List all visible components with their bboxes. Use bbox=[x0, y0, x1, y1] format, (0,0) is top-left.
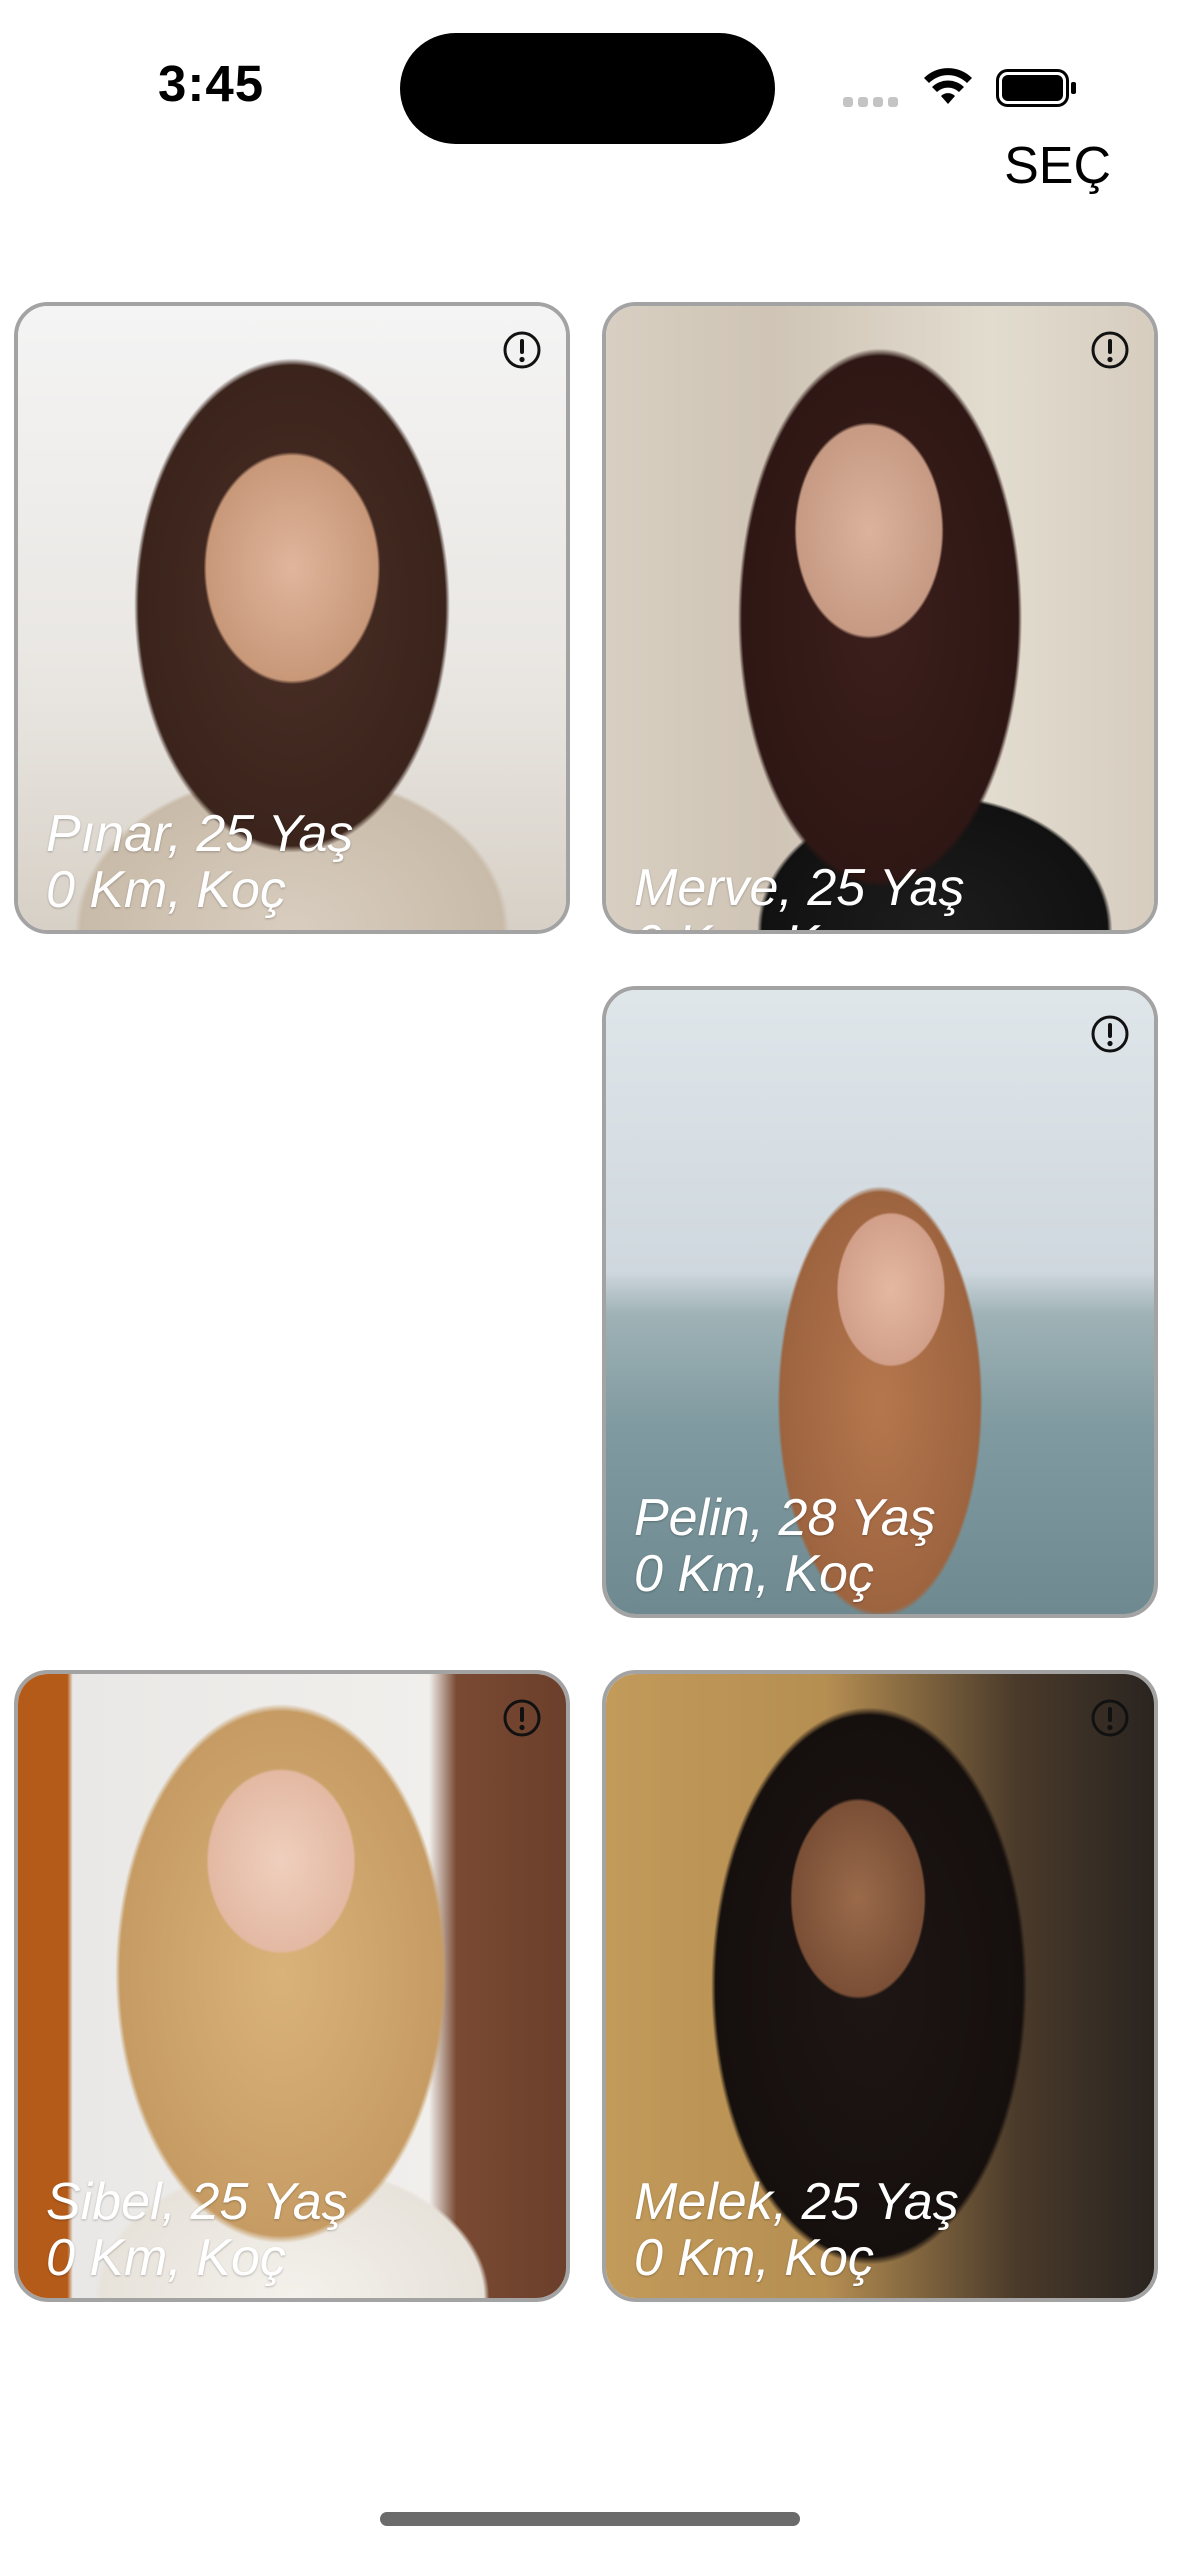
dynamic-island bbox=[400, 33, 775, 144]
profile-card-pelin[interactable]: Pelin, 28 Yaş 0 Km, Koç bbox=[602, 986, 1158, 1618]
profile-name-age: Pınar, 25 Yaş bbox=[46, 805, 354, 863]
profile-name-age: Merve, 25 Yaş bbox=[634, 859, 965, 917]
report-icon[interactable] bbox=[1090, 330, 1130, 370]
profile-card-merve[interactable]: Merve, 25 Yaş 0 Km, Koç bbox=[602, 302, 1158, 934]
profile-caption: Melek, 25 Yaş 0 Km, Koç bbox=[634, 2174, 959, 2286]
select-button[interactable]: SEÇ bbox=[1004, 136, 1111, 196]
profile-distance-sign: 0 Km, Koç bbox=[46, 2229, 286, 2287]
profile-name-age: Pelin, 28 Yaş bbox=[634, 1489, 936, 1547]
status-time: 3:45 bbox=[158, 55, 265, 112]
wifi-icon bbox=[924, 68, 972, 104]
profile-card-melek[interactable]: Melek, 25 Yaş 0 Km, Koç bbox=[602, 1670, 1158, 2302]
profile-photo bbox=[606, 306, 1154, 930]
profile-caption: Merve, 25 Yaş 0 Km, Koç bbox=[634, 859, 965, 930]
profile-card-pinar[interactable]: Pınar, 25 Yaş 0 Km, Koç bbox=[14, 302, 570, 934]
profile-distance-sign: 0 Km, Koç bbox=[46, 861, 286, 919]
profile-distance-sign: 0 Km, Koç bbox=[634, 2229, 874, 2287]
profile-caption: Pınar, 25 Yaş 0 Km, Koç bbox=[46, 806, 353, 918]
profile-caption: Sibel, 25 Yaş 0 Km, Koç bbox=[46, 2174, 348, 2286]
profile-distance-sign: 0 Km, Koç bbox=[634, 916, 964, 930]
report-icon[interactable] bbox=[502, 330, 542, 370]
home-indicator[interactable] bbox=[380, 2512, 800, 2526]
battery-icon bbox=[996, 69, 1076, 107]
report-icon[interactable] bbox=[1090, 1014, 1130, 1054]
cellular-signal-icon bbox=[843, 94, 903, 107]
report-icon[interactable] bbox=[1090, 1698, 1130, 1738]
screen: 3:45 SEÇ Pınar, 25 Yaş 0 Km, Koç Merve, … bbox=[0, 0, 1179, 2556]
profile-card-sibel[interactable]: Sibel, 25 Yaş 0 Km, Koç bbox=[14, 1670, 570, 2302]
profile-name-age: Sibel, 25 Yaş bbox=[46, 2173, 348, 2231]
report-icon[interactable] bbox=[502, 1698, 542, 1738]
profile-distance-sign: 0 Km, Koç bbox=[634, 1545, 874, 1603]
profile-name-age: Melek, 25 Yaş bbox=[634, 2173, 959, 2231]
profile-caption: Pelin, 28 Yaş 0 Km, Koç bbox=[634, 1490, 936, 1602]
